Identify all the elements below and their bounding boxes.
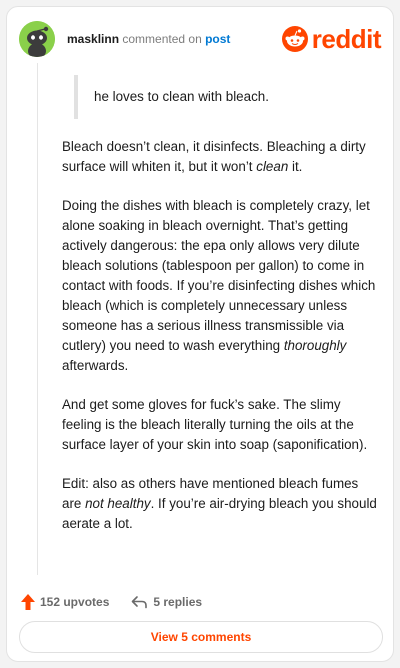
comment-header: masklinn commented on post reddit — [19, 19, 382, 59]
paragraph-4-emphasis: not healthy — [85, 496, 151, 511]
paragraph-1-emphasis: clean — [256, 159, 289, 174]
post-link[interactable]: post — [205, 32, 230, 46]
reddit-snoo-icon — [281, 26, 308, 52]
reply-arrow-icon — [132, 596, 148, 609]
paragraph-2-emphasis: thoroughly — [283, 338, 347, 353]
paragraph-1-text-b: it. — [288, 159, 303, 174]
reddit-logo[interactable]: reddit — [281, 24, 382, 54]
comment-footer: 152 upvotes 5 replies — [21, 591, 202, 613]
upvote-arrow-icon — [21, 594, 35, 610]
byline-action: commented on — [119, 32, 206, 46]
view-comments-button[interactable]: View 5 comments — [19, 621, 383, 653]
upvote-button[interactable]: 152 upvotes — [21, 594, 109, 610]
thread-line[interactable] — [37, 63, 38, 575]
paragraph-3: And get some gloves for fuck’s sake. The… — [62, 397, 368, 452]
quote-text: he loves to clean with bleach. — [94, 89, 269, 104]
logo-text: reddit — [311, 24, 382, 54]
paragraph-2: Doing the dishes with bleach is complete… — [62, 196, 380, 376]
paragraph-1: Bleach doesn’t clean, it disinfects. Ble… — [62, 137, 380, 177]
paragraph-2-text-a: Doing the dishes with bleach is complete… — [62, 198, 376, 353]
paragraph-4: Edit: also as others have mentioned blea… — [62, 474, 380, 534]
replies-button[interactable]: 5 replies — [131, 595, 202, 609]
paragraph-1-text-a: Bleach doesn’t clean, it disinfects. Ble… — [62, 139, 366, 174]
avatar-graphic — [19, 21, 55, 57]
upvote-count: 152 upvotes — [40, 595, 110, 609]
snoo-avatar-icon[interactable] — [19, 21, 55, 57]
comment-card: masklinn commented on post reddit he lov… — [6, 6, 394, 662]
paragraph-2-text-b: afterwards. — [62, 358, 129, 373]
username-link[interactable]: masklinn — [67, 32, 119, 46]
reply-count: 5 replies — [153, 595, 203, 609]
blockquote: he loves to clean with bleach. — [74, 75, 380, 119]
comment-body: he loves to clean with bleach. Bleach do… — [62, 75, 380, 553]
byline: masklinn commented on post — [67, 32, 230, 46]
